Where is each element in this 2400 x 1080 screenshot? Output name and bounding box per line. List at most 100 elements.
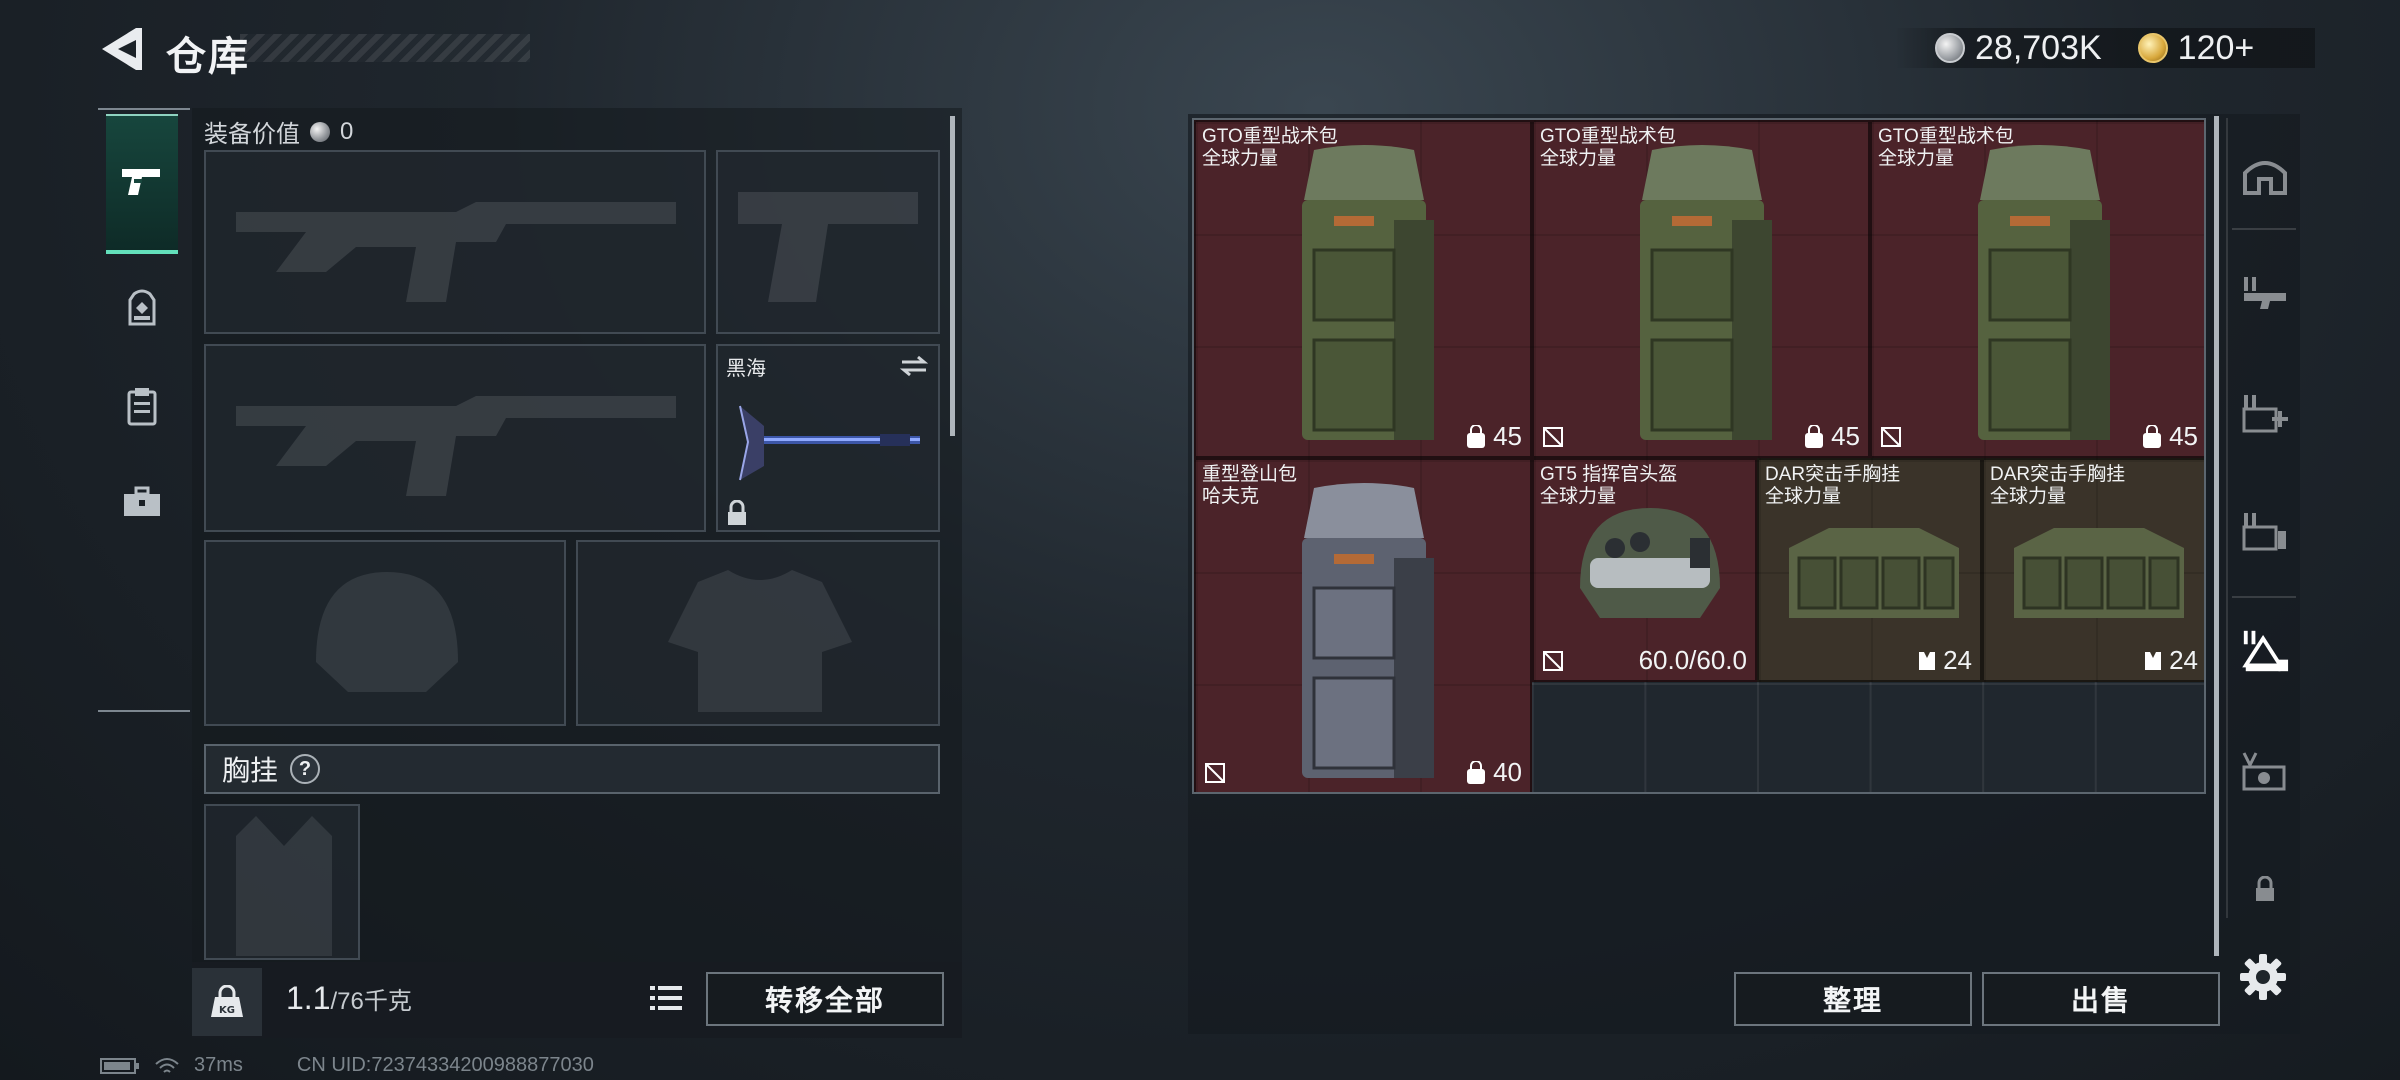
sidearm-slot[interactable]: [716, 150, 940, 334]
melee-slot[interactable]: 黑海: [716, 344, 940, 532]
kg-badge-text: KG: [219, 1005, 235, 1016]
gold-coin-icon: [2137, 33, 2168, 63]
wifi-icon: [155, 1057, 179, 1073]
clipboard-icon: [127, 388, 157, 426]
stash-grid: GTO重型战术包 全球力量 45 GTO重型战术包 全球力量 45 GTO重型战…: [1192, 118, 2206, 794]
back-button[interactable]: [96, 22, 146, 76]
chest-rig-image: [2014, 528, 2184, 618]
backpack-image: [1978, 145, 2110, 440]
backpack-image: [1302, 145, 1434, 440]
help-icon[interactable]: ?: [290, 754, 321, 784]
sell-button[interactable]: 出售: [1982, 972, 2220, 1026]
stash-item-chest-rig[interactable]: DAR突击手胸挂 全球力量 24: [1982, 458, 2204, 682]
melee-name: 黑海: [726, 358, 766, 380]
no-trade-icon: [1205, 763, 1225, 783]
swap-icon[interactable]: [898, 354, 930, 378]
currency-bar: 28,703K 120+: [1895, 28, 2315, 68]
stash-tab-containers[interactable]: [2240, 506, 2290, 556]
gold-amount: 120+: [2177, 28, 2255, 67]
tab-tools[interactable]: [106, 432, 178, 572]
title-stripe-decoration: [240, 34, 530, 62]
stash-item-helmet[interactable]: GT5 指挥官头盔 全球力量 60.0/60.0: [1532, 458, 1757, 682]
currency-gold[interactable]: 120+: [2137, 28, 2255, 68]
chest-rig-image: [1789, 528, 1959, 618]
page-title: 仓库: [166, 35, 250, 79]
valuables-icon: [2242, 752, 2286, 791]
item-brand: 全球力量: [1765, 486, 1842, 507]
stash-tab-weapons[interactable]: [2240, 268, 2290, 318]
battery-icon: [100, 1057, 139, 1074]
capacity-icon: [1467, 424, 1486, 448]
item-brand: 全球力量: [1990, 486, 2067, 507]
item-name: GTO重型战术包: [1202, 126, 1338, 147]
gear-icon: [2240, 954, 2286, 1000]
stash-scrollbar[interactable]: [2214, 116, 2219, 956]
primary-weapon-slot[interactable]: [204, 150, 706, 334]
medkit-add-icon: [2242, 395, 2288, 433]
weight-max: /76千克: [330, 988, 412, 1015]
equipment-value: 装备价值 0: [204, 114, 353, 149]
item-name: 重型登山包: [1202, 464, 1298, 485]
gear-storage-icon: [2242, 630, 2289, 672]
tab-weapons[interactable]: [106, 114, 178, 254]
vest-silhouette-icon: [668, 570, 852, 712]
equipment-scrollbar[interactable]: [950, 116, 955, 436]
stash-item-backpack[interactable]: GTO重型战术包 全球力量 45: [1870, 120, 2204, 458]
helmet-slot[interactable]: [204, 540, 566, 726]
stash-tab-medical[interactable]: [2240, 388, 2290, 438]
silver-coin-icon: [1935, 33, 1965, 63]
rifle-silhouette-icon: [236, 202, 676, 302]
stash-item-chest-rig[interactable]: DAR突击手胸挂 全球力量 24: [1757, 458, 1982, 682]
stash-tab-locked[interactable]: [2240, 864, 2290, 914]
item-durability: 60.0/60.0: [1638, 645, 1747, 675]
weight-badge: KG: [192, 968, 262, 1036]
secondary-weapon-slot[interactable]: [204, 344, 706, 532]
item-brand: 全球力量: [1540, 486, 1617, 507]
capacity-icon: [2143, 424, 2162, 448]
toolbox-icon: [124, 486, 160, 516]
stash-item-backpack[interactable]: 重型登山包 哈夫克 40: [1194, 458, 1532, 792]
silver-coin-icon: [310, 121, 330, 142]
item-name: DAR突击手胸挂: [1990, 464, 2126, 485]
back-arrow-icon: [102, 28, 142, 70]
no-trade-icon: [1543, 427, 1563, 447]
transfer-all-button[interactable]: 转移全部: [706, 972, 944, 1026]
armor-slot[interactable]: [576, 540, 940, 726]
helmet-silhouette-icon: [316, 572, 458, 692]
stash-item-backpack[interactable]: GTO重型战术包 全球力量 45: [1194, 120, 1532, 458]
status-bar: 37ms CN UID:72374334200988877030: [100, 1054, 594, 1077]
item-name: GTO重型战术包: [1878, 126, 2014, 147]
item-value: 24: [1943, 645, 1972, 675]
vest-slots-icon: [2145, 651, 2162, 670]
equipment-value-label: 装备价值: [204, 121, 300, 148]
chest-rig-slot[interactable]: [204, 804, 360, 960]
stash-item-backpack[interactable]: GTO重型战术包 全球力量 45: [1532, 120, 1870, 458]
item-value: 24: [2169, 645, 2198, 675]
kettlebell-icon: KG: [211, 985, 243, 1017]
uid-text: CN UID:72374334200988877030: [296, 1054, 594, 1076]
stash-tab-gear[interactable]: [2240, 626, 2290, 676]
item-name: DAR突击手胸挂: [1765, 464, 1901, 485]
item-brand: 全球力量: [1878, 148, 1955, 169]
stash-category-rail: [2226, 118, 2298, 918]
stash-tab-home[interactable]: [2240, 150, 2290, 200]
capacity-icon: [1805, 424, 1824, 448]
chest-rig-label: 胸挂: [222, 755, 279, 786]
pistol-icon: [122, 169, 160, 195]
list-view-button[interactable]: [644, 976, 688, 1020]
lock-icon: [728, 500, 746, 525]
no-trade-icon: [1543, 651, 1563, 671]
item-brand: 哈夫克: [1202, 486, 1260, 507]
settings-button[interactable]: [2238, 952, 2288, 1002]
backpack-image: [1640, 145, 1772, 440]
organize-button[interactable]: 整理: [1734, 972, 1972, 1026]
helmet-image: [1580, 508, 1720, 618]
item-brand: 全球力量: [1540, 148, 1617, 169]
container-icon: [2242, 513, 2286, 551]
list-icon: [650, 986, 682, 1010]
vest-slots-icon: [1919, 651, 1936, 670]
weapon-rack-icon: [2244, 277, 2286, 309]
currency-silver[interactable]: 28,703K: [1935, 29, 2102, 68]
no-trade-icon: [1881, 427, 1901, 447]
stash-tab-valuables[interactable]: [2240, 746, 2290, 796]
